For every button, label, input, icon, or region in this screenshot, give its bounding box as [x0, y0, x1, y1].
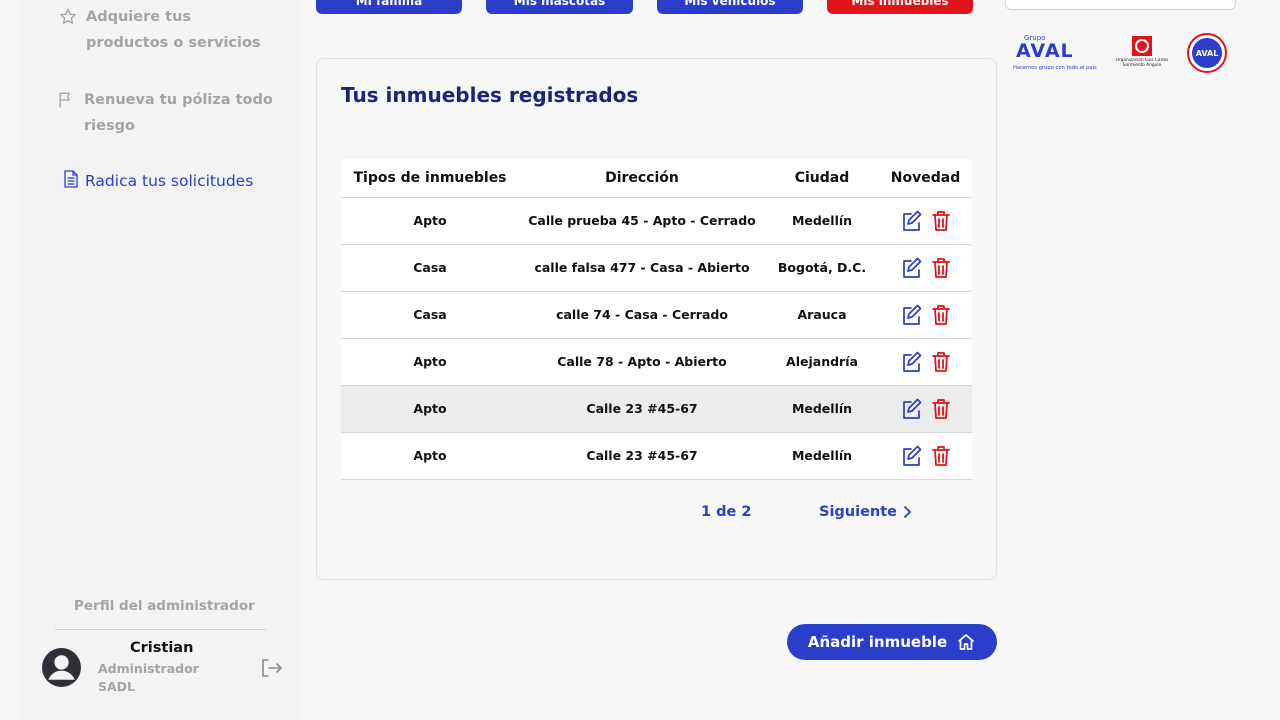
next-page-button[interactable]: Siguiente — [819, 504, 912, 520]
table-row: Apto Calle 78 - Apto - Abierto Alejandría — [341, 338, 972, 386]
logo-brand-text: AVAL — [1016, 40, 1074, 62]
organizacion-logo: Organización Luis Carlos Sarmiento Angul… — [1115, 36, 1169, 68]
add-inmueble-label: Añadir inmueble — [807, 633, 948, 651]
sidebar-item-adquiere[interactable]: Adquiere tus productos o servicios — [58, 4, 278, 56]
cell-ciudad: Arauca — [765, 291, 879, 339]
delete-icon[interactable] — [930, 303, 952, 327]
column-header-tipo: Tipos de inmuebles — [341, 159, 519, 198]
tab-mis-mascotas[interactable]: Mis mascotas — [486, 0, 633, 14]
sidebar-item-label: Adquiere tus productos o servicios — [86, 9, 261, 51]
page-title: Tus inmuebles registrados — [341, 83, 639, 107]
cell-tipo: Apto — [341, 338, 519, 386]
profile-title: Perfil del administrador — [74, 598, 255, 614]
home-icon — [958, 634, 975, 650]
edit-icon[interactable] — [900, 397, 922, 421]
table-row: Apto Calle 23 #45-67 Medellín — [341, 385, 972, 433]
inmuebles-table: Tipos de inmuebles Dirección Ciudad Nove… — [341, 159, 972, 480]
cell-novedad — [879, 338, 972, 386]
cell-ciudad: Medellín — [765, 197, 879, 245]
cell-novedad — [879, 244, 972, 292]
logout-icon[interactable] — [261, 658, 283, 678]
logo-tagline: Hacemos grupo con todo el país — [1013, 64, 1097, 71]
edit-icon[interactable] — [900, 303, 922, 327]
tab-mis-vehiculos[interactable]: Mis vehículos — [657, 0, 803, 14]
sidebar-item-label: Radica tus solicitudes — [85, 172, 254, 190]
table-row: Casa calle falsa 477 - Casa - Abierto Bogo… — [341, 244, 972, 292]
search-input[interactable] — [1005, 0, 1236, 10]
cell-tipo: Casa — [341, 291, 519, 339]
aval-circle-logo: AVAL — [1187, 33, 1227, 73]
table-row: Apto Calle prueba 45 - Apto - Cerrado Mede… — [341, 197, 972, 245]
sidebar-item-label: Renueva tu póliza todo riesgo — [84, 92, 273, 134]
profile-role: Administrador SADL — [98, 661, 199, 694]
cell-ciudad: Medellín — [765, 385, 879, 433]
flag-icon — [59, 92, 70, 108]
edit-icon[interactable] — [900, 350, 922, 374]
column-header-ciudad: Ciudad — [765, 159, 879, 198]
table-row: Casa calle 74 - Casa - Cerrado Arauca — [341, 291, 972, 339]
profile-divider — [55, 629, 266, 630]
tab-mis-inmuebles[interactable]: Mis inmuebles — [827, 0, 973, 14]
cell-tipo: Apto — [341, 385, 519, 433]
cell-novedad — [879, 432, 972, 480]
delete-icon[interactable] — [930, 256, 952, 280]
cell-novedad — [879, 385, 972, 433]
cell-novedad — [879, 291, 972, 339]
tab-mi-familia[interactable]: Mi familia — [316, 0, 462, 14]
column-header-novedad: Novedad — [879, 159, 972, 198]
cell-ciudad: Alejandría — [765, 338, 879, 386]
edit-icon[interactable] — [900, 256, 922, 280]
delete-icon[interactable] — [930, 444, 952, 468]
cell-direccion: calle 74 - Casa - Cerrado — [519, 291, 765, 339]
cell-direccion: calle falsa 477 - Casa - Abierto — [519, 244, 765, 292]
document-icon — [64, 170, 78, 188]
cell-direccion: Calle 78 - Apto - Abierto — [519, 338, 765, 386]
table-row: Apto Calle 23 #45-67 Medellín — [341, 432, 972, 480]
cell-direccion: Calle 23 #45-67 — [519, 432, 765, 480]
pagination-indicator: 1 de 2 — [701, 504, 752, 520]
cell-tipo: Casa — [341, 244, 519, 292]
star-icon — [60, 8, 76, 24]
delete-icon[interactable] — [930, 350, 952, 374]
chevron-right-icon — [904, 506, 911, 518]
cell-ciudad: Bogotá, D.C. — [765, 244, 879, 292]
cell-tipo: Apto — [341, 432, 519, 480]
cell-ciudad: Medellín — [765, 432, 879, 480]
table-header: Tipos de inmuebles Dirección Ciudad Nove… — [341, 159, 972, 198]
edit-icon[interactable] — [900, 209, 922, 233]
cell-direccion: Calle 23 #45-67 — [519, 385, 765, 433]
delete-icon[interactable] — [930, 209, 952, 233]
delete-icon[interactable] — [930, 397, 952, 421]
profile-name: Cristian — [130, 640, 194, 656]
cell-tipo: Apto — [341, 197, 519, 245]
sidebar-item-radica[interactable]: Radica tus solicitudes — [64, 168, 253, 194]
grupo-aval-logo: Grupo AVAL Hacemos grupo con todo el paí… — [1013, 34, 1097, 71]
inmuebles-card: Tus inmuebles registrados Tipos de inmue… — [316, 58, 997, 580]
sidebar: Adquiere tus productos o servicios Renue… — [20, 0, 300, 720]
avatar — [42, 648, 81, 687]
column-header-direccion: Dirección — [519, 159, 765, 198]
next-page-label: Siguiente — [819, 504, 898, 520]
circle-logo-text: AVAL — [1196, 49, 1219, 58]
add-inmueble-button[interactable]: Añadir inmueble — [787, 624, 997, 660]
org-logo-text: Organización Luis Carlos Sarmiento Angul… — [1115, 58, 1169, 68]
sidebar-item-renueva[interactable]: Renueva tu póliza todo riesgo — [56, 87, 276, 139]
cell-direccion: Calle prueba 45 - Apto - Cerrado — [519, 197, 765, 245]
edit-icon[interactable] — [900, 444, 922, 468]
cell-novedad — [879, 197, 972, 245]
